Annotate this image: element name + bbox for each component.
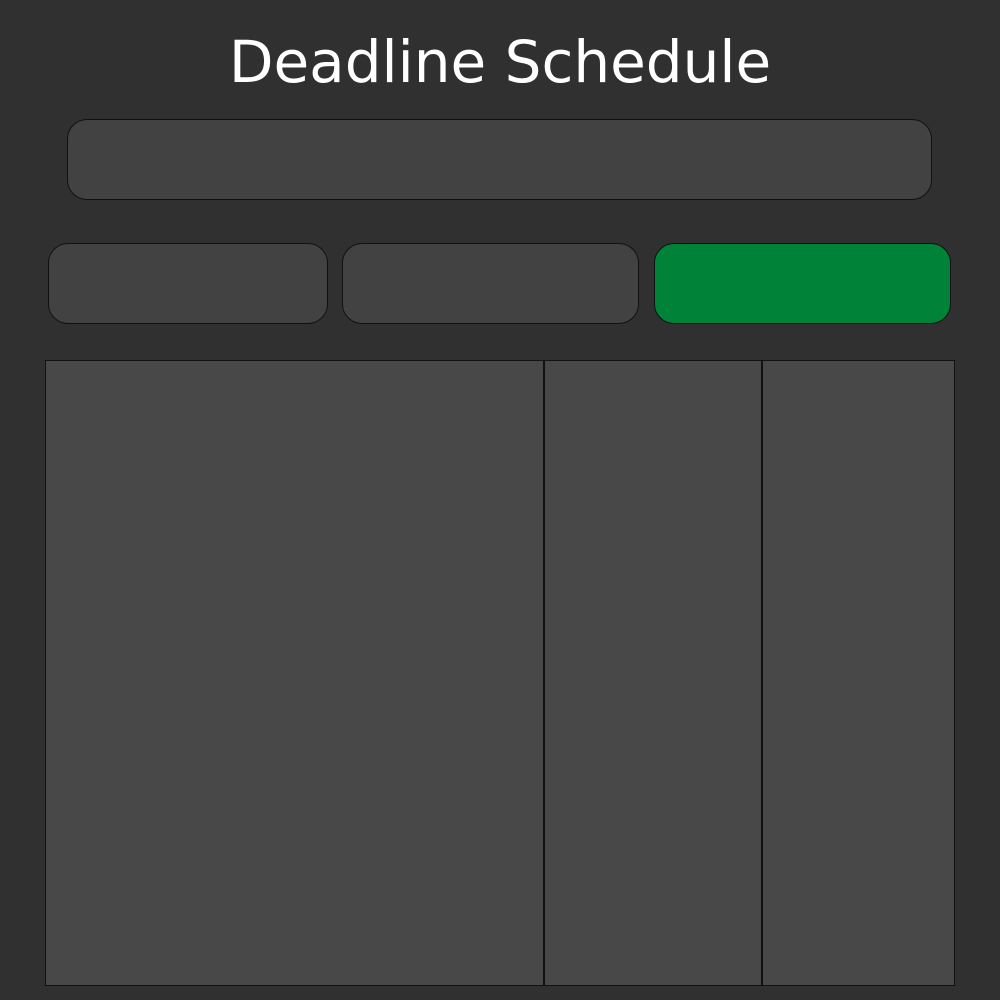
table-column-task <box>46 361 545 985</box>
table-column-status <box>763 361 954 985</box>
table-column-date <box>545 361 763 985</box>
schedule-table <box>45 360 955 986</box>
action-button-2[interactable] <box>342 243 639 324</box>
action-button-1[interactable] <box>48 243 328 324</box>
deadline-schedule-app: Deadline Schedule <box>0 0 1000 1000</box>
add-deadline-button[interactable] <box>654 243 951 324</box>
page-title: Deadline Schedule <box>228 28 772 96</box>
task-input[interactable] <box>67 119 932 200</box>
